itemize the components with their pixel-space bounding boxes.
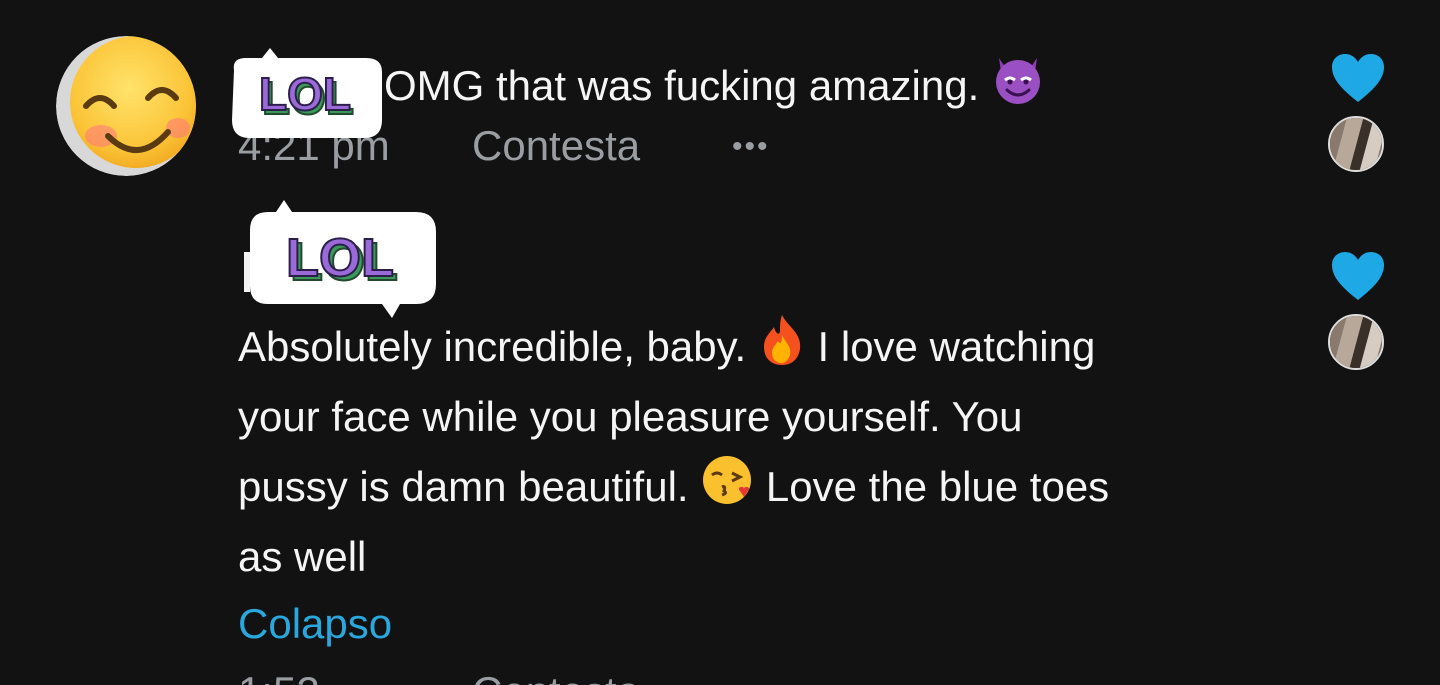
lol-sticker-1-text-front: LOL	[259, 68, 351, 120]
heart-icon	[1332, 54, 1384, 102]
comment-thread-screen: OMG that was fucking amazing. 4:21 pm Co…	[0, 0, 1440, 685]
like-heart-button-1[interactable]	[1330, 52, 1386, 104]
lol-sticker-1: LOL LOL	[226, 48, 386, 148]
next-comment-meta-row: 1:52 Contesta	[238, 668, 658, 685]
next-comment-timestamp: 1:52	[238, 668, 320, 685]
heart-icon	[1332, 252, 1384, 300]
comment-2-line-3-a: pussy is damn beautiful.	[238, 463, 689, 510]
like-heart-button-2[interactable]	[1330, 250, 1386, 302]
comment-2-body: Absolutely incredible, baby. I love watc…	[238, 312, 1278, 592]
comment-2-line-1: Absolutely incredible, baby. I love watc…	[238, 312, 1278, 382]
creator-avatar-icon	[1330, 316, 1382, 368]
comment-1-reply-button[interactable]: Contesta	[472, 122, 640, 170]
creator-liked-avatar-1[interactable]	[1328, 116, 1384, 172]
comment-1-text: OMG that was fucking amazing.	[384, 62, 980, 109]
comment-2-line-3-b: Love the blue toes	[765, 463, 1110, 510]
comment-1-text-row: OMG that was fucking amazing.	[384, 52, 1045, 110]
creator-avatar-icon	[1330, 118, 1382, 170]
creator-liked-avatar-2[interactable]	[1328, 314, 1384, 370]
fire-icon	[758, 313, 806, 367]
commenter-avatar-emoji-cover[interactable]	[56, 36, 196, 176]
comment-2-line-4: as well	[238, 533, 367, 580]
next-comment-reply-button[interactable]: Contesta	[472, 668, 640, 685]
lol-sticker-2: LOL LOL	[244, 200, 440, 320]
comment-2-line-3: pussy is damn beautiful. Love the blue t…	[238, 452, 1278, 522]
comment-2-line-1-b: I love watching	[817, 323, 1096, 370]
comment-1-more-button[interactable]: •••	[732, 132, 770, 162]
comment-2-line-2: your face while you pleasure yourself. Y…	[238, 393, 1023, 440]
face-blowing-kiss-icon	[700, 453, 754, 507]
smiling-face-with-horns-icon	[991, 52, 1045, 106]
lol-sticker-2-text-front: LOL	[286, 228, 394, 288]
smiling-face-icon	[56, 36, 196, 176]
comment-2-line-1-a: Absolutely incredible, baby.	[238, 323, 747, 370]
collapse-replies-link[interactable]: Colapso	[238, 600, 392, 648]
